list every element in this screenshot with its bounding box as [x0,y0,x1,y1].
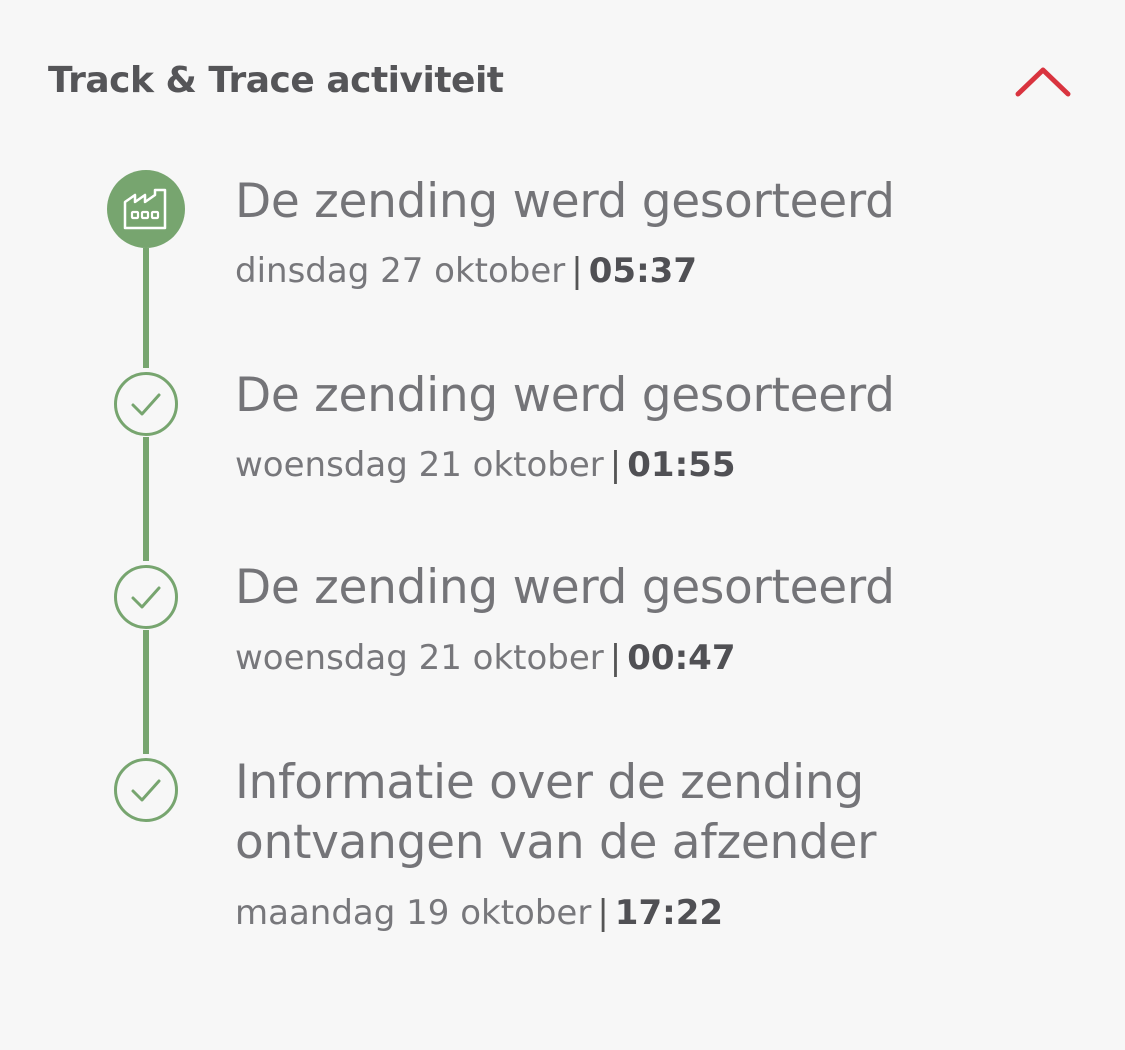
event-date: woensdag 21 oktober [235,445,604,485]
event-title-line-1: Informatie over de zending [235,755,864,810]
check-circle-icon [113,564,179,630]
event-time: 01:55 [627,445,736,485]
event-date: dinsdag 27 oktober [235,251,566,291]
event-timestamp: woensdag 21 oktober | 01:55 [235,444,735,486]
separator: | [609,638,622,678]
event-title: De zending werd gesorteerd [235,368,895,423]
event-time: 00:47 [627,638,736,678]
event-timestamp: woensdag 21 oktober | 00:47 [235,637,735,679]
event-title-line-2: ontvangen van de afzender [235,815,877,870]
check-circle-icon [113,371,179,437]
event-time: 17:22 [614,893,724,933]
event-title: De zending werd gesorteerd [235,174,895,229]
event-title: De zending werd gesorteerd [235,560,895,615]
separator: | [571,251,583,291]
event-timestamp: maandag 19 oktober | 17:22 [235,892,723,934]
event-timestamp: dinsdag 27 oktober | 05:37 [235,250,697,292]
check-circle-icon [113,757,179,823]
event-time: 05:37 [588,251,697,291]
separator: | [609,445,622,485]
event-date: maandag 19 oktober [235,893,592,933]
timeline: De zending werd gesorteerd dinsdag 27 ok… [0,0,1125,1050]
event-date: woensdag 21 oktober [235,638,604,678]
timeline-connector [143,630,149,754]
timeline-connector [143,437,149,561]
timeline-connector [143,248,149,368]
separator: | [597,893,609,933]
factory-icon [107,170,185,248]
